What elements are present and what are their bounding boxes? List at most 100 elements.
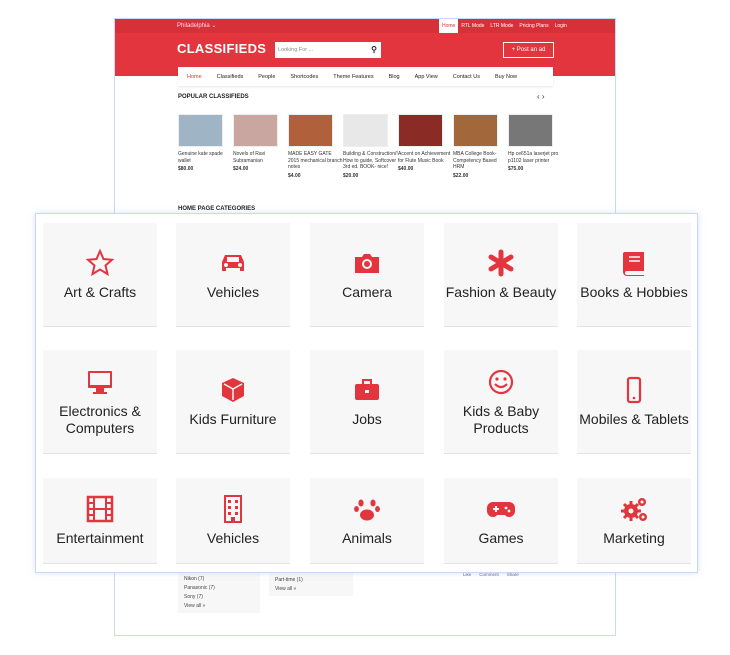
product-price: $40.00 [398,166,414,172]
toplink-ltr[interactable]: LTR Mode [487,19,516,33]
category-tile[interactable]: Fashion & Beauty [444,223,558,327]
toplink-login[interactable]: Login [552,19,570,33]
product-price: $24.00 [233,166,249,172]
main-nav: Home Classifieds People Shortcodes Theme Fea… [178,67,553,86]
category-label: Jobs [352,411,382,427]
category-tile[interactable]: Electronics & Computers [43,350,157,454]
product-image[interactable] [453,114,498,147]
asterisk-icon [488,249,514,277]
top-bar: Philadelphia ⌄ Home RTL Mode LTR Mode Pr… [115,19,615,33]
product-title[interactable]: Building & Construction/! How to guide, … [343,151,398,171]
search-icon[interactable]: ⚲ [371,45,377,54]
category-tile[interactable]: Kids Furniture [176,350,290,454]
category-tile[interactable]: Kids & Baby Products [444,350,558,454]
category-tile[interactable]: Jobs [310,350,424,454]
car-icon [222,255,244,271]
logo[interactable]: CLASSIFIEDS [177,41,266,56]
product-card[interactable]: Novels of Ravi Subramanian $24.00 [233,114,288,179]
categories-panel: Art & Crafts Vehicles Camera Fashion & Beau… [35,213,698,573]
category-label: Kids Furniture [189,411,277,427]
star-icon [85,248,115,277]
nav-item[interactable]: Contact Us [453,74,480,80]
list-item[interactable]: Part-time (1) [275,576,347,585]
category-tile[interactable]: Books & Hobbies [577,223,691,327]
nav-item[interactable]: Classifieds [217,74,244,80]
paw-icon [354,499,380,521]
product-price: $20.00 [343,172,359,179]
category-tile[interactable]: Games [444,478,558,564]
product-title[interactable]: Genuine kate spade wallet [178,151,233,164]
category-tile[interactable]: Entertainment [43,478,157,564]
product-title[interactable]: MBA College Book-Competency Based HRM [453,151,508,171]
nav-item[interactable]: People [258,74,275,80]
camera-icon [355,254,379,273]
list-item[interactable]: Sony (7) [184,593,254,602]
nav-item[interactable]: App View [415,74,438,80]
toplink-rtl[interactable]: RTL Mode [458,19,487,33]
gamepad-icon [487,502,515,517]
search-input[interactable]: Looking For ... ⚲ [275,42,381,58]
mobile-icon [626,376,642,404]
nav-item[interactable]: Theme Features [333,74,373,80]
product-price: $75.00 [508,166,524,172]
category-label: Electronics & Computers [59,402,141,436]
product-title[interactable]: Novels of Ravi Subramanian [233,151,288,164]
product-card[interactable]: Genuine kate spade wallet $80.00 [178,114,233,179]
carousel-arrows[interactable]: ‹ › [537,92,545,101]
popular-list: Genuine kate spade wallet $80.00 Novels of… [178,114,563,179]
product-price: $4.00 [288,172,301,179]
product-image[interactable] [288,114,333,147]
film-icon [86,495,114,523]
category-tile[interactable]: Marketing [577,478,691,564]
nav-item[interactable]: Shortcodes [290,74,318,80]
category-tile[interactable]: Animals [310,478,424,564]
category-tile[interactable]: Vehicles [176,478,290,564]
smile-icon [488,369,514,394]
category-label: Vehicles [206,284,260,300]
category-tile[interactable]: Camera [310,223,424,327]
product-card[interactable]: Hp ce651a laserjet pro p1102 laser print… [508,114,563,179]
list-item[interactable]: Nikon (7) [184,575,254,584]
category-label: Marketing [603,530,665,546]
toplink-pricing[interactable]: Pricing Plans [516,19,551,33]
product-card[interactable]: MADE EASY GATE 2015 mechanical branch no… [288,114,343,179]
category-label: Entertainment [56,530,144,546]
nav-item[interactable]: Home [187,74,202,80]
product-title[interactable]: MADE EASY GATE 2015 mechanical branch no… [288,151,343,171]
nav-item[interactable]: Blog [389,74,400,80]
city-label: Philadelphia [177,23,210,29]
brand-list: Nikon (7) Panasonic (7) Sony (7) View al… [178,573,260,613]
view-all-link[interactable]: View all » [184,602,254,611]
product-card[interactable]: MBA College Book-Competency Based HRM $22… [453,114,508,179]
category-label: Mobiles & Tablets [579,411,689,427]
product-image[interactable] [178,114,223,147]
product-image[interactable] [398,114,443,147]
product-image[interactable] [233,114,278,147]
list-item[interactable]: Panasonic (7) [184,584,254,593]
category-label: Books & Hobbies [580,284,688,300]
desktop-icon [88,370,112,394]
category-tile[interactable]: Vehicles [176,223,290,327]
product-price: $22.00 [453,172,469,179]
building-icon [224,495,242,523]
city-selector[interactable]: Philadelphia ⌄ [177,22,216,29]
briefcase-icon [355,379,379,400]
category-label: Games [478,530,524,546]
product-image[interactable] [508,114,553,147]
category-tile[interactable]: Mobiles & Tablets [577,350,691,454]
product-image[interactable] [343,114,388,147]
nav-item[interactable]: Buy Now [495,74,517,80]
toplink-home[interactable]: Home [439,19,459,33]
category-label: Fashion & Beauty [445,284,557,300]
product-price: $80.00 [178,166,194,172]
category-tile[interactable]: Art & Crafts [43,223,157,327]
product-title[interactable]: Hp ce651a laserjet pro p1102 laser print… [508,151,563,164]
category-label: Camera [342,284,392,300]
categories-title: HOME PAGE CATEGORIES [178,206,256,212]
search-placeholder: Looking For ... [278,47,314,53]
product-title[interactable]: Accent on Achievement for Flute Music Bo… [398,151,453,164]
post-ad-button[interactable]: + Post an ad [503,42,554,58]
product-card[interactable]: Building & Construction/! How to guide, … [343,114,398,179]
product-card[interactable]: Accent on Achievement for Flute Music Bo… [398,114,453,179]
view-all-link[interactable]: View all » [275,585,347,594]
